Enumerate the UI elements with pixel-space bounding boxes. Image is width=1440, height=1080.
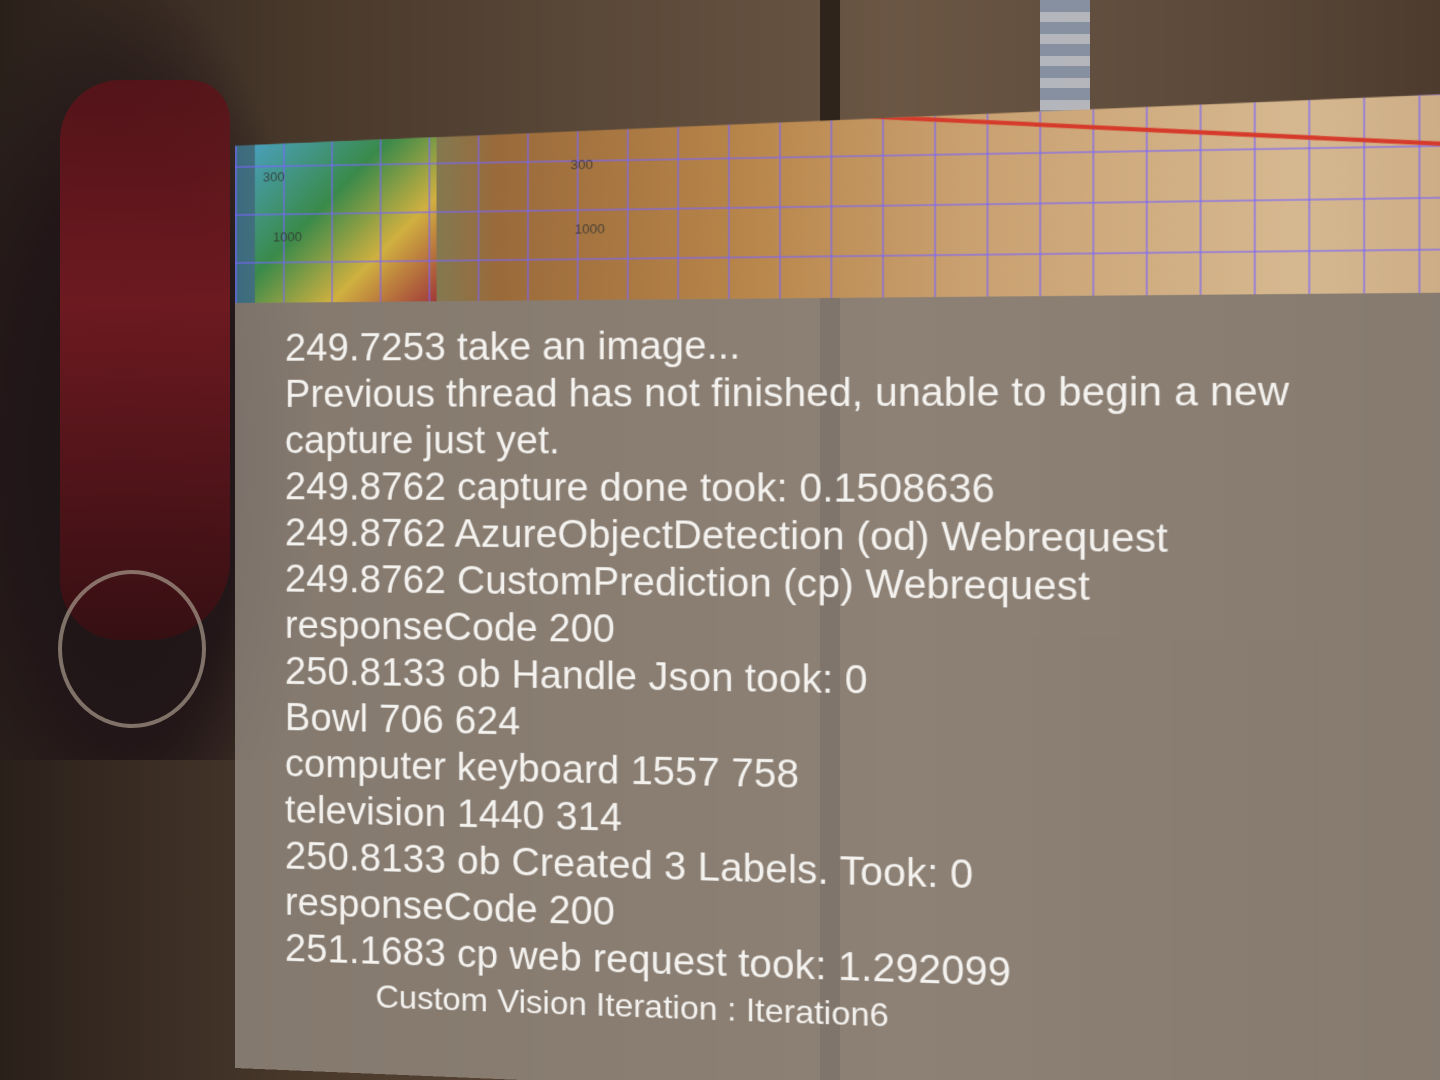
- camera-background: 300 300 1000 1000 249.7253 take an image…: [0, 0, 1440, 1080]
- log-line: Previous thread has not finished, unable…: [284, 369, 1290, 416]
- log-line: capture just yet.: [284, 419, 560, 463]
- hologram-debug-panel: 300 300 1000 1000 249.7253 take an image…: [235, 91, 1440, 1080]
- preview-scale-label: 1000: [574, 220, 605, 237]
- captured-image-preview: 300 300 1000 1000: [235, 92, 1440, 303]
- preview-grid-overlay: [235, 92, 1440, 303]
- debug-log: 249.7253 take an image... Previous threa…: [285, 317, 1440, 1014]
- bag-ring-background: [58, 570, 206, 728]
- preview-scale-label: 300: [262, 169, 285, 185]
- log-line: 249.7253 take an image...: [284, 324, 741, 370]
- preview-scale-label: 1000: [272, 229, 302, 245]
- red-bag-background: [60, 80, 230, 640]
- log-line: 249.8762 capture done took: 0.1508636: [284, 466, 995, 512]
- preview-scale-label: 300: [570, 156, 594, 173]
